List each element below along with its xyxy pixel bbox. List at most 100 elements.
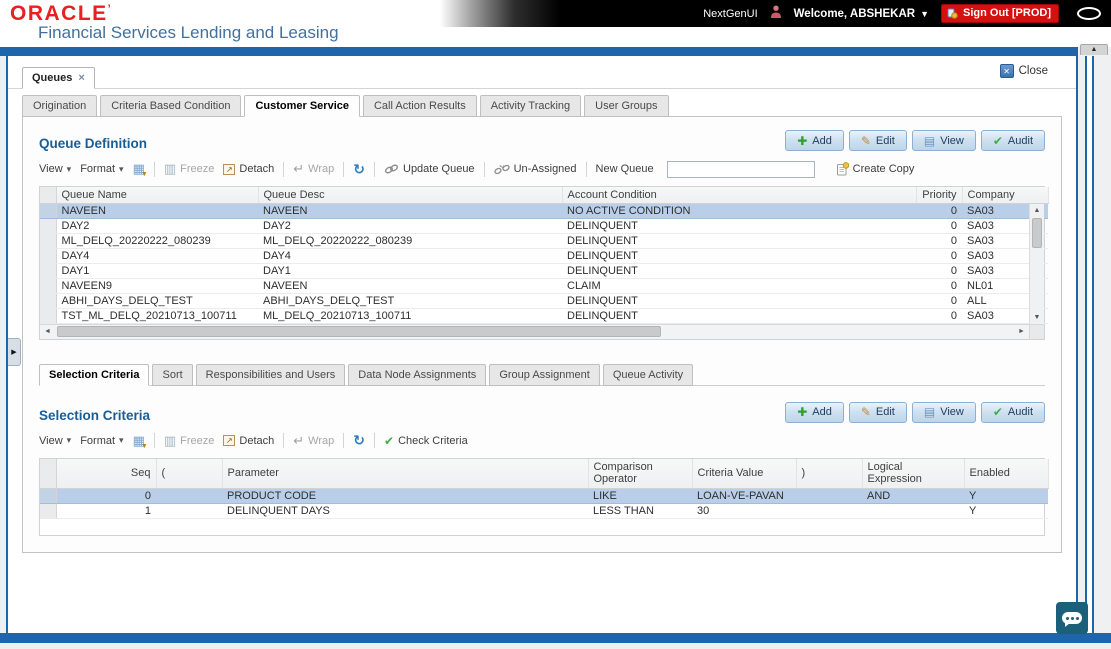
col-open-paren[interactable]: (	[156, 458, 223, 489]
oval-toggle-icon[interactable]	[1077, 7, 1101, 20]
tab-call-action-results[interactable]: Call Action Results	[362, 95, 477, 117]
col-criteria-value[interactable]: Criteria Value	[692, 458, 797, 489]
cell-priority: 0	[916, 308, 962, 324]
tab-group-assignment[interactable]: Group Assignment	[489, 363, 600, 386]
table-row[interactable]: ABHI_DAYS_DELQ_TEST ABHI_DAYS_DELQ_TEST …	[40, 293, 1048, 309]
scroll-down-icon[interactable]: ▼	[1030, 311, 1044, 324]
create-copy-button[interactable]: Create Copy	[836, 162, 914, 176]
detach-label: Detach	[239, 163, 275, 175]
view-button[interactable]: ▤ View	[911, 401, 976, 423]
query-by-example-icon[interactable]: ▦ ▼	[133, 161, 148, 178]
scroll-left-icon[interactable]: ◄	[40, 328, 55, 335]
cell-account-condition: CLAIM	[562, 278, 916, 294]
tab-activity-tracking[interactable]: Activity Tracking	[479, 95, 582, 117]
horizontal-scrollbar[interactable]: ◄ ►	[40, 323, 1044, 339]
check-icon: ✔	[992, 405, 1003, 419]
edit-button[interactable]: ✎ Edit	[848, 130, 907, 151]
sign-out-button[interactable]: Sign Out [PROD]	[941, 4, 1059, 23]
cell-queue-desc: DAY4	[258, 248, 562, 264]
tab-user-groups[interactable]: User Groups	[584, 95, 669, 117]
table-row[interactable]: 1 DELINQUENT DAYS LESS THAN 30 Y	[40, 503, 1048, 519]
refresh-icon[interactable]: ↻	[353, 432, 365, 449]
format-menu[interactable]: Format ▾	[80, 163, 123, 175]
separator	[343, 433, 345, 448]
cell-queue-name: NAVEEN	[56, 203, 258, 219]
tab-data-node-assignments[interactable]: Data Node Assignments	[348, 363, 487, 386]
chat-bubble-icon	[1062, 612, 1082, 627]
vertical-scrollbar[interactable]: ▲ ▼	[1029, 204, 1044, 324]
update-queue-button[interactable]: Update Queue	[384, 163, 475, 175]
un-assigned-button[interactable]: Un-Assigned	[493, 163, 577, 175]
cell-account-condition: DELINQUENT	[562, 263, 916, 279]
detach-button[interactable]: ↗ Detach	[223, 163, 274, 175]
col-priority[interactable]: Priority	[916, 187, 963, 204]
col-close-paren[interactable]: )	[796, 458, 863, 489]
tab-criteria-based-condition[interactable]: Criteria Based Condition	[100, 95, 242, 117]
plus-icon: ✚	[797, 405, 808, 419]
scroll-up-icon[interactable]: ▲	[1030, 204, 1044, 217]
tab-queue-activity[interactable]: Queue Activity	[602, 363, 694, 386]
detach-icon: ↗	[223, 435, 236, 446]
table-row[interactable]: TST_ML_DELQ_20210713_100711 ML_DELQ_2021…	[40, 308, 1048, 324]
scrollbar-track[interactable]	[55, 325, 1014, 338]
workspace-tab-queues[interactable]: Queues ×	[22, 67, 95, 89]
check-criteria-button[interactable]: ✔ Check Criteria	[384, 434, 468, 448]
col-comparison-operator[interactable]: Comparison Operator	[588, 458, 693, 489]
nextgenui-link[interactable]: NextGenUI	[703, 8, 757, 20]
tab-customer-service[interactable]: Customer Service	[244, 95, 360, 117]
audit-button[interactable]: ✔ Audit	[980, 130, 1045, 151]
tab-origination[interactable]: Origination	[22, 95, 98, 117]
col-account-condition[interactable]: Account Condition	[562, 187, 917, 204]
col-parameter[interactable]: Parameter	[222, 458, 589, 489]
user-menu[interactable]: Welcome, ABSHEKAR ▼	[794, 8, 929, 20]
sign-out-label: Sign Out [PROD]	[963, 7, 1051, 19]
table-row[interactable]: NAVEEN NAVEEN NO ACTIVE CONDITION 0 SA03	[40, 203, 1048, 219]
table-row[interactable]: DAY1 DAY1 DELINQUENT 0 SA03	[40, 263, 1048, 279]
table-row[interactable]: NAVEEN9 NAVEEN CLAIM 0 NL01	[40, 278, 1048, 294]
queue-definition-title: Queue Definition	[39, 136, 147, 151]
table-row[interactable]: DAY2 DAY2 DELINQUENT 0 SA03	[40, 218, 1048, 234]
edit-button[interactable]: ✎ Edit	[848, 401, 907, 423]
scrollbar-thumb[interactable]	[57, 326, 662, 337]
col-logical-expression[interactable]: Logical Expression	[862, 458, 965, 489]
table-row[interactable]: ML_DELQ_20220222_080239 ML_DELQ_20220222…	[40, 233, 1048, 249]
add-button[interactable]: ✚ Add	[785, 130, 844, 151]
close-label: Close	[1018, 65, 1048, 77]
audit-button[interactable]: ✔ Audit	[980, 401, 1045, 423]
col-company[interactable]: Company	[962, 187, 1049, 204]
view-menu[interactable]: View ▾	[39, 163, 71, 175]
table-row[interactable]: DAY4 DAY4 DELINQUENT 0 SA03	[40, 248, 1048, 264]
col-seq[interactable]: Seq	[56, 458, 157, 489]
selection-criteria-header: Selection Criteria ✚ Add ✎ Edit ▤ View ✔ Aud…	[39, 401, 1045, 423]
tab-responsibilities-and-users[interactable]: Responsibilities and Users	[195, 363, 346, 386]
add-button[interactable]: ✚ Add	[785, 401, 844, 423]
view-menu-label: View	[39, 434, 63, 447]
expand-left-panel-handle[interactable]: ▶	[8, 338, 21, 366]
scroll-right-icon[interactable]: ►	[1014, 328, 1029, 335]
cell-seq: 1	[56, 503, 156, 519]
view-label: View	[940, 134, 964, 147]
table-row[interactable]: 0 PRODUCT CODE LIKE LOAN-VE-PAVAN AND Y	[40, 488, 1048, 504]
col-queue-name[interactable]: Queue Name	[56, 187, 259, 204]
wrap-icon: ↵	[293, 432, 305, 448]
selection-criteria-toolbar: View ▾ Format ▾ ▦ ▼ ▥ Freeze ↗ Detach ↵ Wrap ↻…	[39, 430, 1045, 452]
tab-sort[interactable]: Sort	[152, 363, 193, 386]
freeze-icon: ▥	[163, 161, 177, 176]
new-queue-label: New Queue	[595, 163, 654, 175]
cell-account-condition: DELINQUENT	[562, 248, 916, 264]
new-queue-input[interactable]	[666, 160, 815, 178]
format-menu[interactable]: Format ▾	[80, 435, 123, 447]
refresh-icon[interactable]: ↻	[353, 161, 365, 178]
tab-selection-criteria[interactable]: Selection Criteria	[39, 363, 150, 386]
collapse-panel-handle[interactable]: ▲	[1080, 44, 1108, 55]
close-button[interactable]: ✕ Close	[999, 64, 1048, 78]
col-enabled[interactable]: Enabled	[964, 458, 1049, 489]
query-by-example-icon[interactable]: ▦ ▼	[133, 433, 148, 450]
detach-button[interactable]: ↗ Detach	[223, 435, 274, 447]
workspace-tab-close-icon[interactable]: ×	[78, 72, 84, 84]
chat-button[interactable]	[1056, 602, 1088, 634]
col-queue-desc[interactable]: Queue Desc	[258, 187, 563, 204]
scrollbar-thumb[interactable]	[1032, 218, 1042, 248]
view-button[interactable]: ▤ View	[911, 130, 976, 151]
view-menu[interactable]: View ▾	[39, 435, 71, 447]
